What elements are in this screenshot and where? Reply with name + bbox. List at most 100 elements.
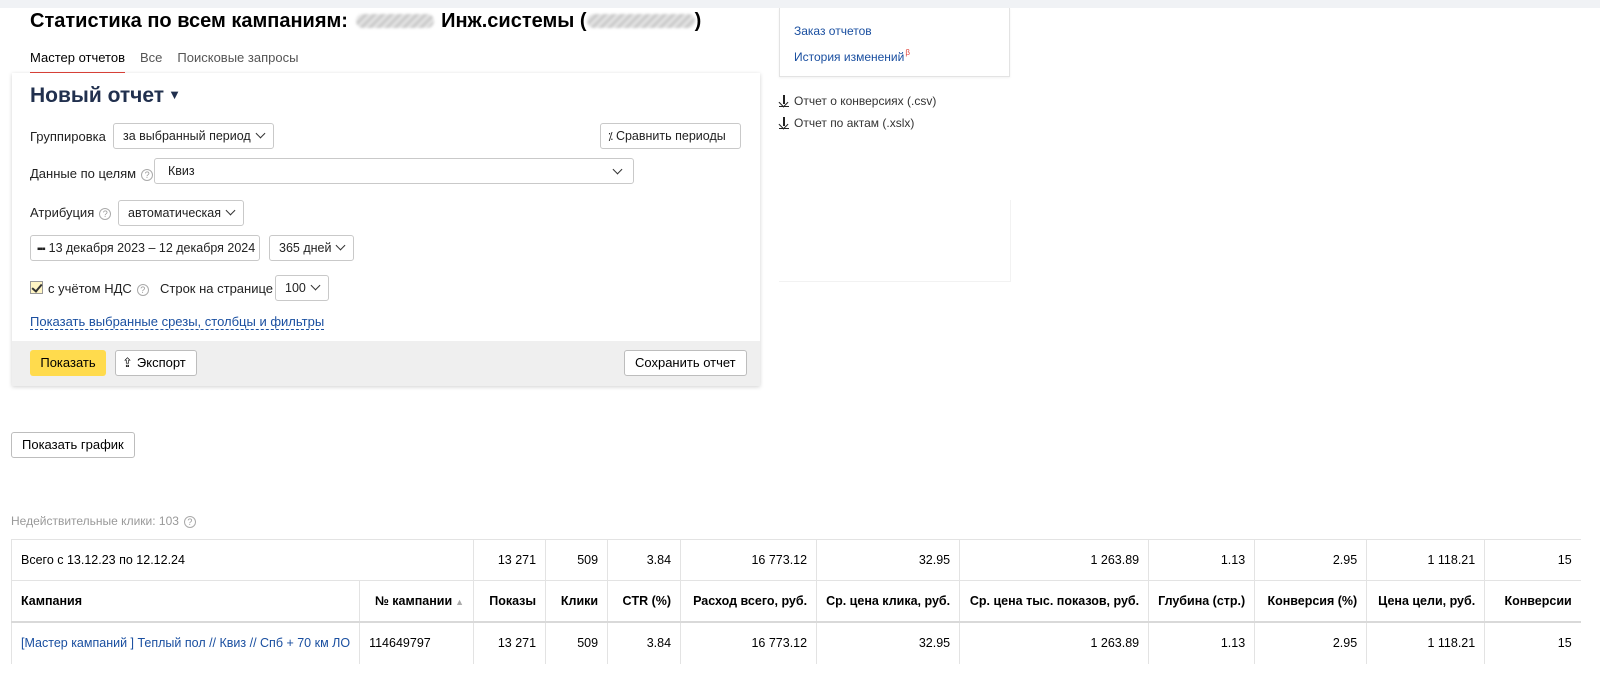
sort-asc-icon: ▲ xyxy=(455,596,465,607)
attribution-select[interactable]: автоматическая xyxy=(118,200,245,226)
chevron-down-icon xyxy=(255,128,266,139)
date-range-picker[interactable]: ▪▪▪ 13 декабря 2023 – 12 декабря 2024 xyxy=(30,235,260,261)
total-label: Всего с 13.12.23 по 12.12.24 xyxy=(10,539,474,581)
goals-label: Данные по целям? xyxy=(30,166,154,181)
download-icon xyxy=(779,95,789,107)
tab-search-queries[interactable]: Поисковые запросы xyxy=(177,50,298,74)
spend-cell: 16 773.12 xyxy=(680,621,817,664)
export-button-label: Экспорт xyxy=(136,355,186,370)
rows-per-page-select[interactable]: 100 xyxy=(275,275,329,301)
compare-periods-button[interactable]: ⁒ Сравнить периоды xyxy=(600,123,741,149)
header-impressions[interactable]: Показы xyxy=(473,580,546,623)
depth-cell: 1.13 xyxy=(1148,621,1255,664)
empty-side-panel xyxy=(779,200,1011,282)
period-value: 365 дней xyxy=(279,241,332,255)
change-history-label: История изменений xyxy=(794,50,905,64)
show-button[interactable]: Показать xyxy=(30,350,106,376)
page-title-client: Инж.системы ( xyxy=(441,10,587,32)
tab-report-wizard[interactable]: Мастер отчетов xyxy=(30,50,125,74)
table-row: [Мастер кампаний ] Теплый пол // Квиз //… xyxy=(10,621,1581,664)
statistics-table: Всего с 13.12.23 по 12.12.24 13 271 509 … xyxy=(10,539,1581,664)
header-campaign-id[interactable]: № кампании ▲ xyxy=(359,580,474,623)
help-icon[interactable]: ? xyxy=(183,516,196,528)
caret-down-icon: ▼ xyxy=(168,87,181,102)
header-clicks[interactable]: Клики xyxy=(545,580,608,623)
chevron-down-icon xyxy=(225,205,236,216)
attribution-value: автоматическая xyxy=(128,206,222,220)
ctr-cell: 3.84 xyxy=(607,621,681,664)
total-clicks: 509 xyxy=(545,539,608,581)
total-goal-cost: 1 118.21 xyxy=(1366,539,1485,581)
attribution-label-text: Атрибуция xyxy=(30,205,95,220)
goal-cost-cell: 1 118.21 xyxy=(1366,621,1485,664)
report-title-dropdown[interactable]: Новый отчет ▼ xyxy=(30,84,181,108)
page-title: Статистика по всем кампаниям: Инж.систем… xyxy=(30,10,701,33)
beta-badge: β xyxy=(905,48,910,57)
compare-icon: ⁒ xyxy=(608,131,613,143)
header-avg-cpc[interactable]: Ср. цена клика, руб. xyxy=(816,580,960,623)
total-conversion-rate: 2.95 xyxy=(1254,539,1367,581)
order-reports-link[interactable]: Заказ отчетов xyxy=(794,24,872,38)
header-campaign[interactable]: Кампания xyxy=(10,580,360,623)
report-tabs: Мастер отчетов Все Поисковые запросы xyxy=(30,50,298,74)
vat-label-text: с учётом НДС xyxy=(48,281,132,296)
vat-label: с учётом НДС? xyxy=(48,281,149,296)
export-button[interactable]: ⇪ Экспорт xyxy=(115,350,197,376)
show-chart-button[interactable]: Показать график xyxy=(11,432,135,458)
goals-label-text: Данные по целям xyxy=(30,166,137,181)
rows-per-page-value: 100 xyxy=(285,281,306,295)
conversion-rate-cell: 2.95 xyxy=(1254,621,1367,664)
total-depth: 1.13 xyxy=(1148,539,1255,581)
report-settings-panel: Новый отчет ▼ Группировка за выбранный пе… xyxy=(12,73,760,386)
goals-value: Квиз xyxy=(168,164,195,178)
show-slices-link[interactable]: Показать выбранные срезы, столбцы и филь… xyxy=(30,314,325,330)
change-history-link[interactable]: История измененийβ xyxy=(794,48,910,64)
redacted-client-login xyxy=(586,14,695,28)
header-goal-cost[interactable]: Цена цели, руб. xyxy=(1366,580,1485,623)
page-title-prefix: Статистика по всем кампаниям: xyxy=(30,10,348,32)
save-report-button[interactable]: Сохранить отчет xyxy=(624,350,747,376)
campaign-link[interactable]: [Мастер кампаний ] Теплый пол // Квиз //… xyxy=(21,636,350,650)
chevron-down-icon xyxy=(310,280,321,291)
conversions-report-download[interactable]: Отчет о конверсиях (.csv) xyxy=(779,94,936,108)
help-icon[interactable]: ? xyxy=(99,208,112,220)
avg-cpc-cell: 32.95 xyxy=(816,621,960,664)
chevron-down-icon xyxy=(336,240,346,251)
attribution-label: Атрибуция? xyxy=(30,205,112,220)
calendar-icon: ▪▪▪ xyxy=(37,244,46,255)
impressions-cell: 13 271 xyxy=(473,621,546,664)
acts-report-download[interactable]: Отчет по актам (.xslx) xyxy=(779,116,914,130)
grouping-label: Группировка xyxy=(30,129,106,144)
header-spend[interactable]: Расход всего, руб. xyxy=(680,580,817,623)
header-ctr[interactable]: CTR (%) xyxy=(607,580,681,623)
total-spend: 16 773.12 xyxy=(680,539,817,581)
campaign-name-cell: [Мастер кампаний ] Теплый пол // Квиз //… xyxy=(10,621,360,664)
total-ctr: 3.84 xyxy=(607,539,681,581)
header-conversion-rate[interactable]: Конверсия (%) xyxy=(1254,580,1367,623)
page-title-suffix: ) xyxy=(694,10,702,32)
report-title: Новый отчет xyxy=(30,84,165,107)
header-conversions[interactable]: Конверсии xyxy=(1484,580,1581,623)
grouping-select[interactable]: за выбранный период xyxy=(113,123,274,149)
top-strip xyxy=(0,0,1600,8)
conversions-cell: 15 xyxy=(1484,621,1581,664)
goals-select[interactable]: Квиз xyxy=(154,158,634,184)
table-total-row: Всего с 13.12.23 по 12.12.24 13 271 509 … xyxy=(10,539,1581,581)
redacted-client-name xyxy=(355,14,434,28)
report-panel-footer: Показать ⇪ Экспорт Сохранить отчет xyxy=(12,341,760,386)
help-icon[interactable]: ? xyxy=(141,169,154,181)
total-avg-cpm: 1 263.89 xyxy=(959,539,1149,581)
period-select[interactable]: 365 дней xyxy=(269,235,355,261)
clicks-cell: 509 xyxy=(545,621,608,664)
header-depth[interactable]: Глубина (стр.) xyxy=(1148,580,1255,623)
total-conversions: 15 xyxy=(1484,539,1581,581)
tab-all[interactable]: Все xyxy=(140,50,162,74)
conversions-report-label: Отчет о конверсиях (.csv) xyxy=(794,94,937,108)
acts-report-label: Отчет по актам (.xslx) xyxy=(794,116,915,130)
header-avg-cpm[interactable]: Ср. цена тыс. показов, руб. xyxy=(959,580,1149,623)
compare-periods-label: Сравнить периоды xyxy=(615,129,726,143)
vat-checkbox[interactable] xyxy=(30,281,43,294)
table-header-row: Кампания № кампании ▲ Показы Клики CTR (%… xyxy=(10,580,1581,623)
help-icon[interactable]: ? xyxy=(136,284,149,296)
date-range-value: 13 декабря 2023 – 12 декабря 2024 xyxy=(48,241,256,255)
